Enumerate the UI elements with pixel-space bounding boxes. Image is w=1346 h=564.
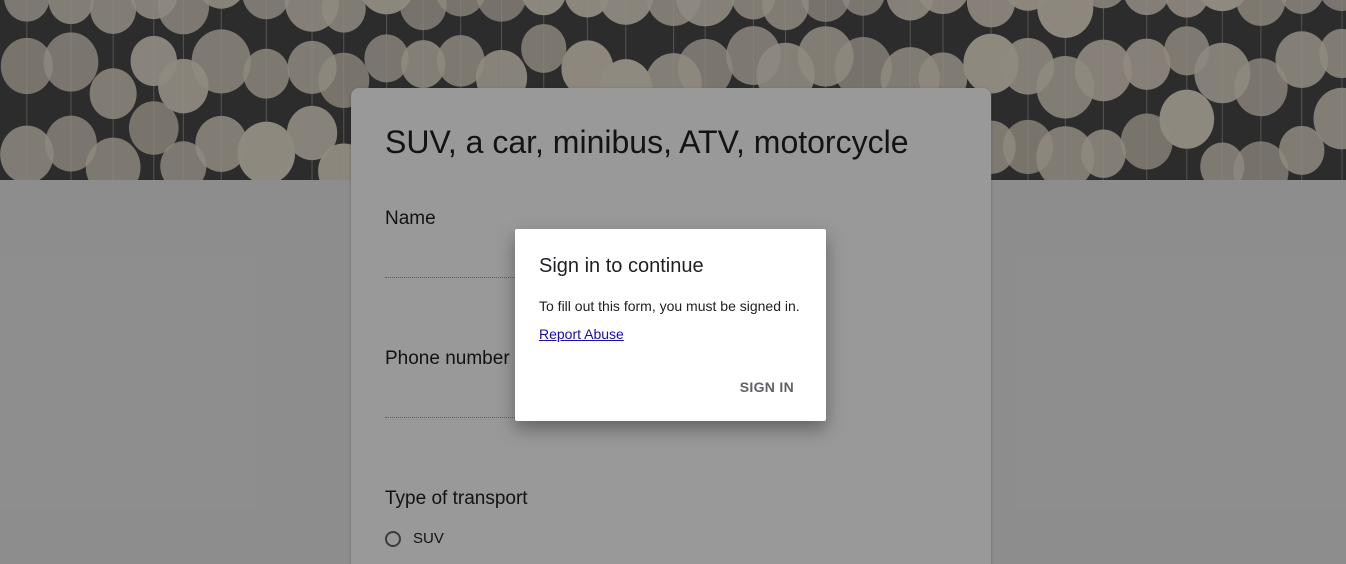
- sign-in-dialog: Sign in to continue To fill out this for…: [515, 229, 826, 421]
- sign-in-button[interactable]: SIGN IN: [728, 377, 806, 397]
- dialog-title: Sign in to continue: [539, 255, 704, 277]
- report-abuse-link[interactable]: Report Abuse: [539, 326, 624, 342]
- form-page: SUV, a car, minibus, ATV, motorcycle Nam…: [0, 0, 1346, 564]
- dialog-message: To fill out this form, you must be signe…: [539, 298, 800, 314]
